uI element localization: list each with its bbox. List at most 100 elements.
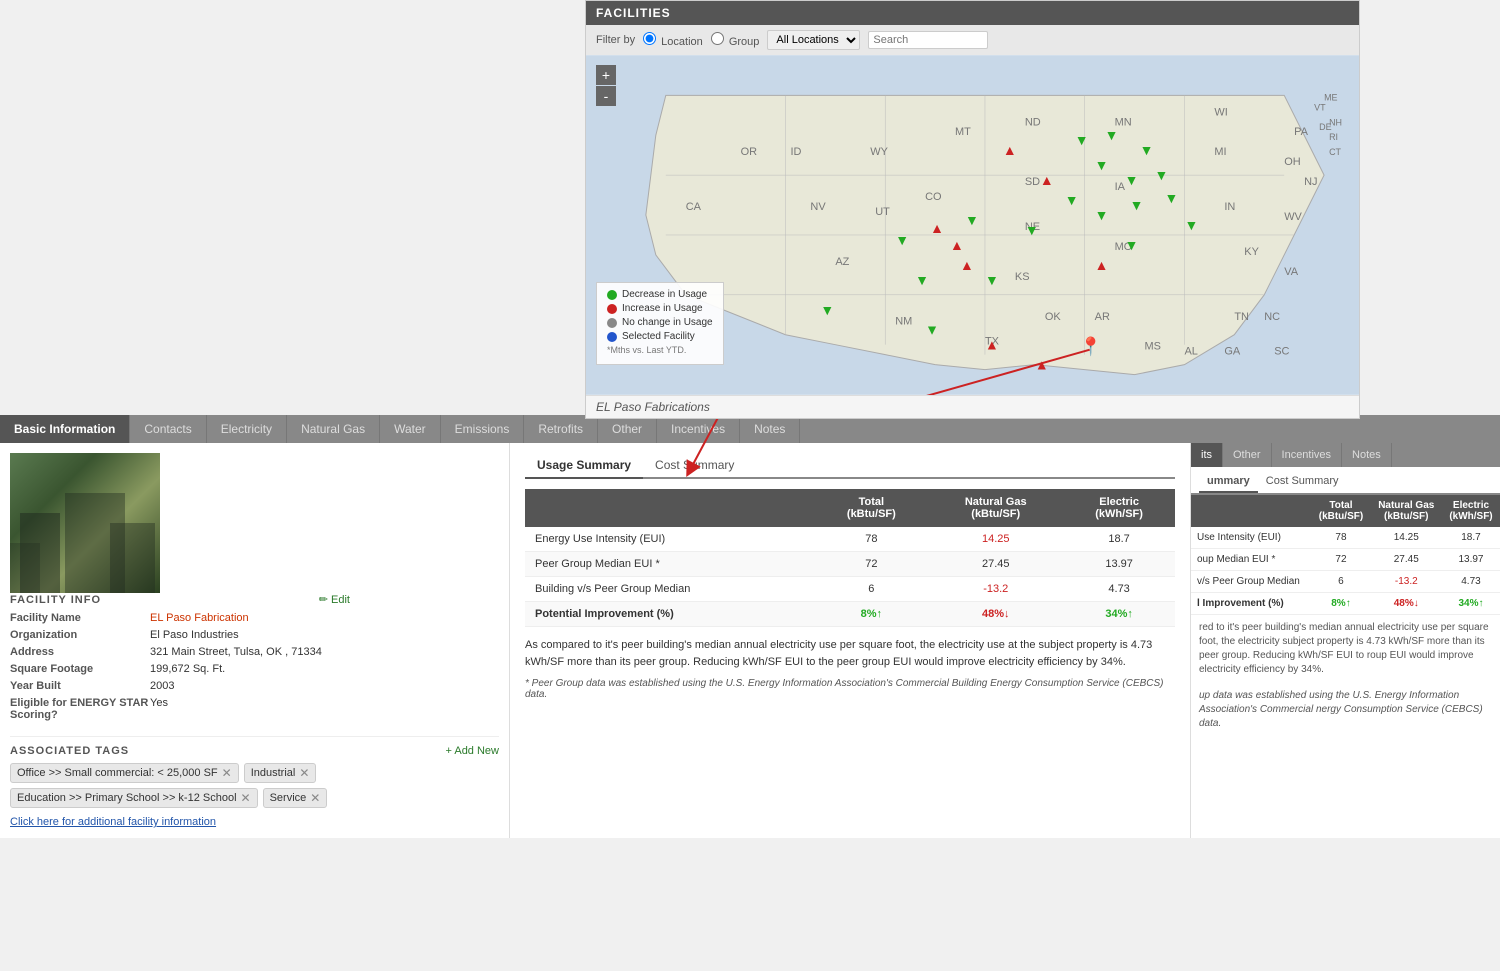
svg-text:MT: MT bbox=[955, 126, 971, 138]
tab-contacts[interactable]: Contacts bbox=[130, 415, 206, 443]
svg-text:▼: ▼ bbox=[965, 212, 979, 228]
zoom-in-button[interactable]: + bbox=[596, 65, 616, 85]
svg-text:SC: SC bbox=[1274, 346, 1289, 358]
main-section: Basic Information Contacts Electricity N… bbox=[0, 415, 1500, 838]
far-right-tab-incentives[interactable]: Incentives bbox=[1272, 443, 1343, 467]
usage-table: Total(kBtu/SF) Natural Gas(kBtu/SF) Elec… bbox=[525, 489, 1175, 627]
legend-decrease: Decrease in Usage bbox=[607, 289, 713, 300]
svg-text:NC: NC bbox=[1264, 311, 1280, 323]
tab-natural-gas[interactable]: Natural Gas bbox=[287, 415, 380, 443]
fr-col-natgas: Natural Gas(kBtu/SF) bbox=[1371, 495, 1442, 527]
tag-office: Office >> Small commercial: < 25,000 SF … bbox=[10, 763, 239, 783]
far-right-subtabs: ummary Cost Summary bbox=[1191, 467, 1500, 495]
usage-total-eui: 78 bbox=[814, 527, 928, 552]
info-value-address: 321 Main Street, Tulsa, OK , 71334 bbox=[150, 646, 322, 658]
tag-industrial-remove[interactable]: ✕ bbox=[299, 766, 309, 780]
svg-text:📍: 📍 bbox=[1080, 336, 1102, 357]
table-row: l Improvement (%) 8%↑ 48%↓ 34%↑ bbox=[1191, 593, 1500, 615]
sub-tab-cost-summary[interactable]: Cost Summary bbox=[643, 453, 746, 479]
svg-text:WY: WY bbox=[870, 146, 888, 158]
svg-text:CT: CT bbox=[1329, 147, 1341, 157]
tags-row: Office >> Small commercial: < 25,000 SF … bbox=[10, 763, 499, 783]
tab-incentives[interactable]: Incentives bbox=[657, 415, 740, 443]
legend-selected-label: Selected Facility bbox=[622, 331, 695, 342]
tab-electricity[interactable]: Electricity bbox=[207, 415, 287, 443]
svg-text:▼: ▼ bbox=[820, 302, 834, 318]
tab-water[interactable]: Water bbox=[380, 415, 441, 443]
info-row-org: Organization El Paso Industries bbox=[10, 629, 350, 641]
svg-text:▼: ▼ bbox=[1125, 237, 1139, 253]
facility-info-title: FACILITY INFO bbox=[10, 594, 101, 606]
svg-text:▲: ▲ bbox=[985, 337, 999, 353]
far-right-tab-other[interactable]: Other bbox=[1223, 443, 1272, 467]
svg-text:▼: ▼ bbox=[1125, 172, 1139, 188]
tag-industrial: Industrial ✕ bbox=[244, 763, 317, 783]
sub-tab-usage-summary[interactable]: Usage Summary bbox=[525, 453, 643, 479]
tab-emissions[interactable]: Emissions bbox=[441, 415, 525, 443]
tab-notes[interactable]: Notes bbox=[740, 415, 800, 443]
tag-office-label: Office >> Small commercial: < 25,000 SF bbox=[17, 767, 218, 779]
legend-dot-blue bbox=[607, 332, 617, 342]
tag-service-remove[interactable]: ✕ bbox=[310, 791, 320, 805]
tab-basic-information[interactable]: Basic Information bbox=[0, 415, 130, 443]
add-tag-button[interactable]: + Add New bbox=[445, 745, 499, 757]
far-right-subtab-cost[interactable]: Cost Summary bbox=[1258, 471, 1347, 493]
facility-photo bbox=[10, 453, 160, 593]
usage-label-eui: Energy Use Intensity (EUI) bbox=[525, 527, 814, 552]
svg-text:AL: AL bbox=[1184, 346, 1197, 358]
zoom-out-button[interactable]: - bbox=[596, 86, 616, 106]
far-right-tab-its[interactable]: its bbox=[1191, 443, 1223, 467]
legend-increase: Increase in Usage bbox=[607, 303, 713, 314]
info-value-name: EL Paso Fabrication bbox=[150, 612, 249, 624]
more-info-link[interactable]: Click here for additional facility infor… bbox=[10, 816, 499, 828]
content-area: FACILITY INFO ✏ Edit Facility Name EL Pa… bbox=[0, 443, 1500, 838]
search-input[interactable] bbox=[868, 31, 988, 49]
svg-text:CO: CO bbox=[925, 191, 941, 203]
usage-electric-peer: 13.97 bbox=[1063, 552, 1175, 577]
far-right-header-row: Total(kBtu/SF) Natural Gas(kBtu/SF) Elec… bbox=[1191, 495, 1500, 527]
svg-text:▼: ▼ bbox=[1130, 197, 1144, 213]
svg-text:ND: ND bbox=[1025, 116, 1041, 128]
info-row-name: Facility Name EL Paso Fabrication bbox=[10, 612, 350, 624]
svg-text:AZ: AZ bbox=[835, 256, 849, 268]
fr-electric-peer: 13.97 bbox=[1442, 549, 1500, 571]
far-right-note: red to it's peer building's median annua… bbox=[1191, 615, 1500, 683]
filter-group-radio[interactable] bbox=[711, 32, 724, 45]
fr-total-improvement: 8%↑ bbox=[1311, 593, 1370, 615]
usage-natgas-improvement: 48%↓ bbox=[928, 602, 1063, 627]
far-right-tab-notes[interactable]: Notes bbox=[1342, 443, 1392, 467]
filter-label: Filter by bbox=[596, 34, 635, 46]
legend-increase-label: Increase in Usage bbox=[622, 303, 703, 314]
tags-title: ASSOCIATED TAGS bbox=[10, 745, 129, 757]
facilities-panel: FACILITIES Filter by Location Group All … bbox=[585, 0, 1360, 419]
filter-location-radio[interactable] bbox=[643, 32, 656, 45]
usage-label-peer: Peer Group Median EUI * bbox=[525, 552, 814, 577]
svg-text:▼: ▼ bbox=[1075, 132, 1089, 148]
svg-text:ME: ME bbox=[1324, 92, 1337, 102]
edit-button[interactable]: ✏ Edit bbox=[319, 593, 350, 606]
usage-electric-median: 4.73 bbox=[1063, 577, 1175, 602]
usage-natgas-median: -13.2 bbox=[928, 577, 1063, 602]
usage-total-peer: 72 bbox=[814, 552, 928, 577]
svg-text:NM: NM bbox=[895, 316, 912, 328]
location-select[interactable]: All Locations bbox=[767, 30, 860, 50]
far-right-subtab-summary[interactable]: ummary bbox=[1199, 471, 1258, 493]
fr-natgas-improvement: 48%↓ bbox=[1371, 593, 1442, 615]
usage-label-improvement: Potential Improvement (%) bbox=[525, 602, 814, 627]
svg-text:▼: ▼ bbox=[1065, 192, 1079, 208]
tag-office-remove[interactable]: ✕ bbox=[222, 766, 232, 780]
summary-text: As compared to it's peer building's medi… bbox=[525, 637, 1175, 670]
tags-row-2: Education >> Primary School >> k-12 Scho… bbox=[10, 788, 499, 808]
svg-text:NV: NV bbox=[810, 201, 826, 213]
sub-tabs-row: Usage Summary Cost Summary bbox=[525, 453, 1175, 479]
svg-text:▼: ▼ bbox=[1140, 142, 1154, 158]
footnote-text: * Peer Group data was established using … bbox=[525, 678, 1175, 700]
legend-nochange: No change in Usage bbox=[607, 317, 713, 328]
svg-text:▲: ▲ bbox=[960, 257, 974, 273]
tab-retrofits[interactable]: Retrofits bbox=[524, 415, 598, 443]
tag-education-remove[interactable]: ✕ bbox=[241, 791, 251, 805]
svg-text:▼: ▼ bbox=[1105, 127, 1119, 143]
legend-decrease-label: Decrease in Usage bbox=[622, 289, 707, 300]
tab-other[interactable]: Other bbox=[598, 415, 657, 443]
usage-label-median: Building v/s Peer Group Median bbox=[525, 577, 814, 602]
